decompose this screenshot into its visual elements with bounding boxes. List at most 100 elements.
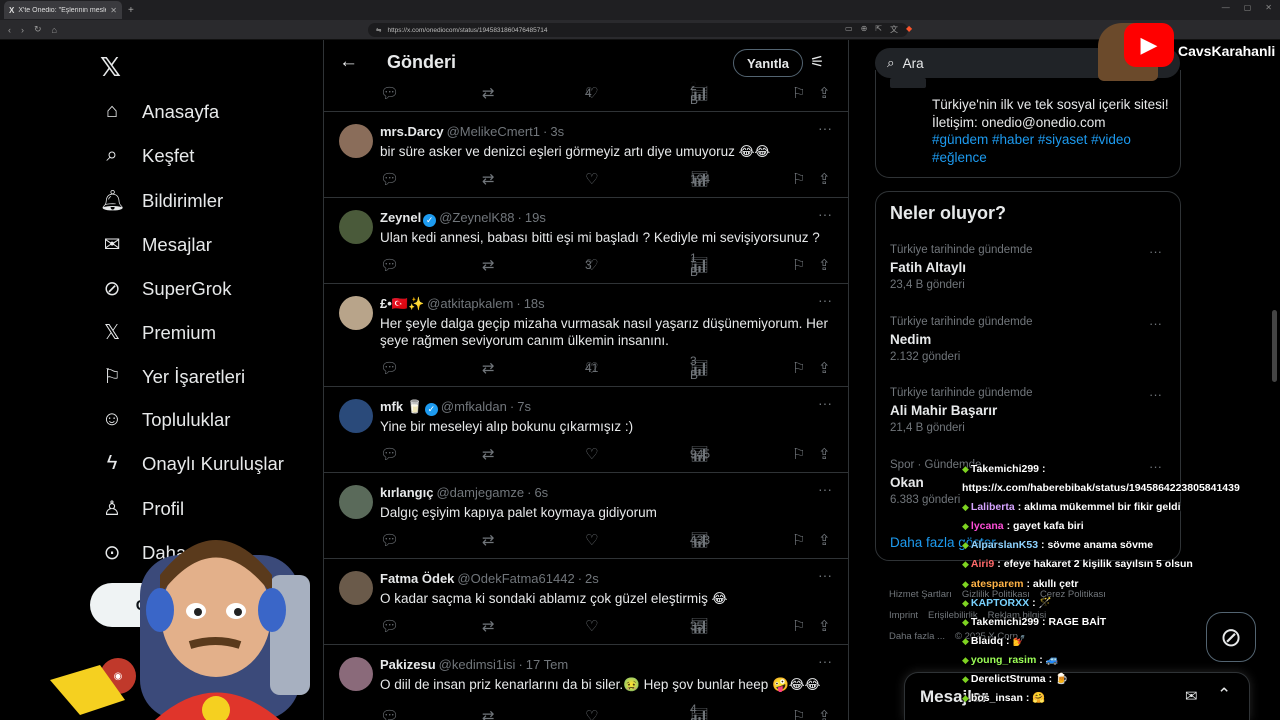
footer-link[interactable]: Daha fazla ...: [889, 631, 945, 642]
tweet-author-name[interactable]: Zeynel: [380, 210, 421, 225]
page-scrollbar[interactable]: [1272, 310, 1277, 382]
filter-settings-icon[interactable]: ⚟: [810, 52, 824, 72]
chat-text: aklıma mükemmel bir fikir geldi: [1024, 501, 1181, 514]
tweet[interactable]: £•🇹🇷✨ @atkitapkalem · 18s ··· Her şeyle dalga…: [324, 284, 848, 387]
tweet-time[interactable]: 2s: [585, 571, 599, 586]
more-options-icon[interactable]: ···: [818, 292, 832, 308]
chat-badge-icon: ◆: [962, 616, 969, 627]
profile-hashtags[interactable]: #gündem #haber #siyaset #video #eğlence: [932, 131, 1172, 166]
avatar[interactable]: [339, 399, 373, 433]
minimize-icon[interactable]: —: [1222, 3, 1230, 12]
nav-item-7[interactable]: ☺ Topluluklar: [100, 408, 231, 431]
chat-username: young_rasim: [970, 653, 1037, 666]
avatar[interactable]: [339, 571, 373, 605]
tweet[interactable]: mrs.Darcy @MelikeCmert1 · 3s ··· bir süre ask…: [324, 112, 848, 198]
chat-text: 💅: [1012, 634, 1026, 647]
nav-item-6[interactable]: ⚐ Yer İşaretleri: [100, 364, 245, 389]
tweet-author-name[interactable]: Pakizesu: [380, 657, 436, 672]
tweet-time[interactable]: 6s: [534, 485, 548, 500]
url-field[interactable]: ⇋ https://x.com/onediocom/status/1945831…: [368, 23, 908, 37]
retweet-icon: ⇄: [482, 446, 495, 463]
more-options-icon[interactable]: ···: [818, 395, 832, 411]
tweet-handle[interactable]: @atkitapkalem: [427, 296, 513, 311]
trend-more-icon[interactable]: ···: [1149, 316, 1162, 331]
nav-item-5[interactable]: 𝕏 Premium: [100, 320, 216, 345]
chat-text: 🤗: [1032, 692, 1046, 705]
main-header: ← Gönderi Yanıtla ⚟: [324, 40, 848, 86]
tweet-handle[interactable]: @OdekFatma61442: [457, 571, 574, 586]
close-tab-icon[interactable]: ✕: [110, 6, 117, 15]
tweet-handle[interactable]: @ZeynelK88: [439, 210, 514, 225]
tweet-handle[interactable]: @damjegamze: [436, 485, 524, 500]
tweet-time[interactable]: 7s: [517, 399, 531, 414]
trend-more-icon[interactable]: ···: [1149, 244, 1162, 259]
more-options-icon[interactable]: ···: [818, 206, 832, 222]
home-nav-icon[interactable]: ⌂: [52, 25, 57, 35]
share-icon[interactable]: ⇱: [875, 24, 882, 35]
share-icon: ⇪: [818, 532, 831, 549]
youtube-play-icon: ▶: [1124, 23, 1174, 67]
like-icon: ♡: [585, 171, 599, 188]
nav-item-label: Premium: [142, 321, 217, 343]
footer-link[interactable]: Imprint: [889, 610, 918, 621]
tweet-handle[interactable]: @mfkaldan: [441, 399, 507, 414]
avatar[interactable]: [339, 124, 373, 158]
tweet-author-name[interactable]: mrs.Darcy: [380, 124, 444, 139]
nav-item-8[interactable]: ϟ Onaylı Kuruluşlar: [100, 452, 284, 475]
trend-more-icon[interactable]: ···: [1149, 387, 1162, 402]
page-title: Gönderi: [387, 52, 457, 72]
zoom-icon[interactable]: ⊕: [861, 24, 868, 35]
back-nav-icon[interactable]: ‹: [8, 25, 11, 35]
tweet-author-name[interactable]: £•🇹🇷✨: [380, 296, 424, 311]
new-tab-icon[interactable]: +: [128, 5, 134, 16]
tweet-author-name[interactable]: kırlangıç: [380, 485, 433, 500]
trend-item[interactable]: Türkiye tarihinde gündemde Ali Mahir Başa…: [890, 387, 1170, 434]
tweet-handle[interactable]: @MelikeCmert1: [447, 124, 540, 139]
share-icon: ⇪: [818, 618, 831, 635]
site-info-icon[interactable]: ⇋: [376, 26, 381, 34]
avatar[interactable]: [339, 296, 373, 330]
nav-item-4[interactable]: ⊘ SuperGrok: [100, 276, 232, 301]
tab-title: X'te Onedio: "Eşlerinin meslekle...: [18, 6, 106, 14]
tweet-time[interactable]: 19s: [525, 210, 546, 225]
tweet[interactable]: Fatma Ödek @OdekFatma61442 · 2s ··· O kadar s…: [324, 559, 848, 645]
nav-item-1[interactable]: ⌕ Keşfet: [100, 144, 194, 167]
chat-text: sövme anama sövme: [1047, 539, 1154, 552]
avatar[interactable]: [339, 485, 373, 519]
avatar[interactable]: [339, 210, 373, 244]
trend-item[interactable]: Türkiye tarihinde gündemde Nedim 2.132 gön…: [890, 316, 1170, 363]
nav-item-3[interactable]: ✉ Mesajlar: [100, 232, 212, 257]
x-logo-icon[interactable]: 𝕏: [100, 52, 121, 83]
reload-icon[interactable]: ↻: [34, 24, 42, 35]
tweet-author-name[interactable]: mfk 🥛: [380, 399, 423, 414]
back-arrow-icon[interactable]: ←: [339, 51, 358, 73]
forward-nav-icon[interactable]: ›: [21, 25, 24, 35]
trend-item[interactable]: Türkiye tarihinde gündemde Fatih Altaylı 2…: [890, 244, 1170, 291]
tweet[interactable]: Pakizesu @kedimsi1isi · 17 Tem ··· O diil de …: [324, 645, 848, 720]
avatar[interactable]: [339, 657, 373, 691]
tweet[interactable]: Zeynel ✓ @ZeynelK88 · 19s ··· Ulan kedi annesi…: [324, 198, 848, 284]
reader-icon[interactable]: ▭: [845, 24, 853, 35]
footer-link[interactable]: Hizmet Şartları: [889, 589, 952, 600]
chat-text: 🪄: [1038, 596, 1052, 609]
more-options-icon[interactable]: ···: [818, 120, 832, 136]
tweet-time[interactable]: 18s: [524, 296, 545, 311]
tweet[interactable]: mfk 🥛 ✓ @mfkaldan · 7s ··· Yine bir meseleyi a…: [324, 387, 848, 473]
separator-dot: ·: [577, 571, 583, 586]
nav-item-2[interactable]: 🔔︎ Bildirimler: [100, 188, 223, 213]
close-window-icon[interactable]: ✕: [1265, 3, 1272, 12]
more-options-icon[interactable]: ···: [818, 653, 832, 669]
more-options-icon[interactable]: ···: [818, 567, 832, 583]
more-options-icon[interactable]: ···: [818, 481, 832, 497]
browser-tab[interactable]: X X'te Onedio: "Eşlerinin meslekle... ✕: [4, 1, 122, 19]
tweet-handle[interactable]: @kedimsi1isi: [439, 657, 516, 672]
maximize-icon[interactable]: ▢: [1244, 3, 1252, 12]
brave-shield-icon[interactable]: ◆: [906, 24, 912, 35]
tweet-author-name[interactable]: Fatma Ödek: [380, 571, 454, 586]
nav-item-0[interactable]: ⌂ Anasayfa: [100, 100, 219, 123]
tweet-time[interactable]: 3s: [550, 124, 564, 139]
tweet[interactable]: kırlangıç @damjegamze · 6s ··· Dalgıç eşiyim …: [324, 473, 848, 559]
translate-icon[interactable]: 文: [890, 24, 898, 35]
tweet-time[interactable]: 17 Tem: [526, 657, 568, 672]
reply-button[interactable]: Yanıtla: [733, 49, 803, 77]
